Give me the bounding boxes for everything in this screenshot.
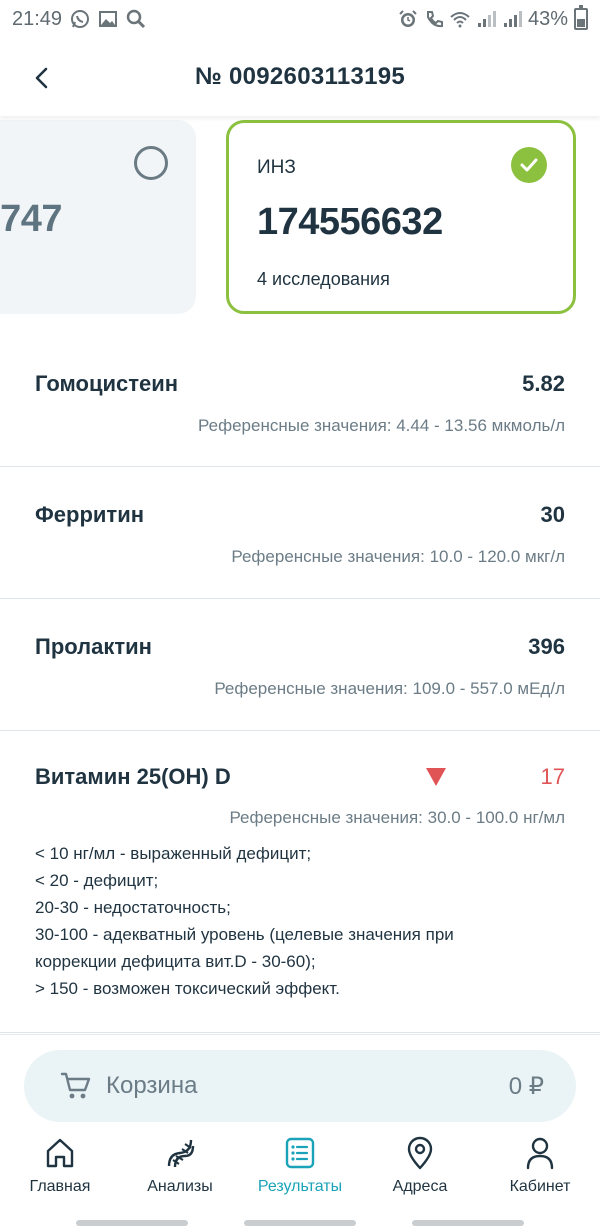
cart-icon (60, 1072, 91, 1099)
nav-item-addresses[interactable]: Адреса (360, 1136, 480, 1206)
result-item: Витамин 25(OH) D 17 Референсные значения… (0, 731, 600, 1033)
nav-label: Кабинет (509, 1178, 571, 1195)
user-icon (526, 1137, 554, 1170)
wifi-icon (450, 12, 470, 28)
cart-button[interactable]: Корзина 0 ₽ (24, 1050, 576, 1122)
result-note: < 10 нг/мл - выраженный дефицит; < 20 - … (0, 840, 600, 1002)
divider (0, 1034, 600, 1035)
search-status-icon (126, 9, 146, 29)
back-button[interactable] (22, 58, 62, 98)
order-card-number: 174556632 (257, 201, 443, 243)
checkmark-icon (520, 158, 538, 172)
note-line: < 10 нг/мл - выраженный дефицит; (35, 844, 312, 863)
order-card-previous[interactable]: 747 ие (0, 120, 196, 314)
result-item: Ферритин 30 Референсные значения: 10.0 -… (0, 467, 600, 599)
note-line: 20-30 - недостаточность; (35, 898, 231, 917)
status-time: 21:49 (12, 7, 63, 30)
radio-unchecked-icon[interactable] (134, 146, 168, 180)
result-value: 5.82 (522, 371, 565, 396)
cart-label: Корзина (106, 1072, 198, 1099)
signal-icon (477, 11, 496, 27)
order-number-title: № 0092603113195 (194, 63, 406, 90)
home-icon (46, 1138, 74, 1168)
note-line: < 20 - дефицит; (35, 871, 159, 890)
call-icon (426, 11, 443, 28)
signal-icon-2 (503, 11, 522, 27)
gesture-home[interactable] (244, 1220, 356, 1226)
nav-item-results[interactable]: Результаты (240, 1136, 360, 1206)
note-line: 30-100 - адекватный уровень (целевые зна… (35, 925, 454, 944)
battery-fill (577, 19, 585, 27)
result-reference: Референсные значения: 4.44 - 13.56 мкмол… (198, 416, 565, 435)
result-value: 17 (540, 764, 565, 789)
note-line: коррекции дефицита вит.D - 30-60); (35, 952, 316, 971)
order-cards-carousel[interactable]: 747 ие ИНЗ 174556632 4 исследования (0, 116, 600, 326)
check-circle-icon[interactable] (511, 147, 547, 183)
nav-label: Результаты (257, 1178, 343, 1195)
list-icon (285, 1137, 315, 1169)
status-bar: 21:49 43% (0, 0, 600, 38)
system-gesture-bar (0, 1220, 600, 1226)
dna-icon (167, 1139, 195, 1168)
order-card-selected[interactable]: ИНЗ 174556632 4 исследования (226, 120, 576, 314)
nav-item-analyses[interactable]: Анализы (120, 1136, 240, 1206)
results-list: Гомоцистеин 5.82 Референсные значения: 4… (0, 334, 600, 1033)
result-reference: Референсные значения: 10.0 - 120.0 мкг/л (231, 547, 565, 566)
nav-label: Анализы (147, 1178, 213, 1195)
nav-item-home[interactable]: Главная (0, 1136, 120, 1206)
below-range-icon (425, 768, 446, 786)
location-pin-icon (407, 1136, 433, 1170)
bottom-navigation: Главная Анализы Результаты Адреса Кабине… (0, 1136, 600, 1206)
result-value: 30 (540, 502, 565, 527)
result-item: Пролактин 396 Референсные значения: 109.… (0, 599, 600, 731)
gesture-recents[interactable] (76, 1220, 188, 1226)
alarm-icon (399, 10, 417, 27)
battery-icon (574, 5, 588, 30)
result-name: Пролактин (35, 634, 152, 659)
order-card-count: 4 исследования (257, 269, 390, 289)
result-name: Ферритин (35, 502, 145, 527)
result-reference: Референсные значения: 30.0 - 100.0 нг/мл (229, 808, 565, 827)
nav-label: Главная (29, 1178, 91, 1195)
result-name: Витамин 25(OH) D (35, 764, 231, 789)
result-value: 396 (528, 634, 565, 659)
battery-percent: 43% (527, 7, 568, 30)
order-card-label: ИНЗ (257, 157, 296, 178)
cart-total: 0 ₽ (508, 1072, 544, 1100)
result-reference: Референсные значения: 109.0 - 557.0 мЕд/… (214, 679, 565, 698)
top-app-bar: № 0092603113195 (0, 38, 600, 116)
result-item: Гомоцистеин 5.82 Референсные значения: 4… (0, 334, 600, 467)
whatsapp-icon (71, 10, 90, 28)
gesture-back[interactable] (412, 1220, 524, 1226)
note-line: > 150 - возможен токсический эффект. (35, 979, 340, 998)
gallery-icon (99, 11, 118, 27)
nav-item-account[interactable]: Кабинет (480, 1136, 600, 1206)
order-card-number: 747 (0, 198, 62, 240)
result-name: Гомоцистеин (35, 371, 179, 396)
chevron-left-icon (35, 67, 48, 89)
nav-label: Адреса (392, 1178, 448, 1195)
